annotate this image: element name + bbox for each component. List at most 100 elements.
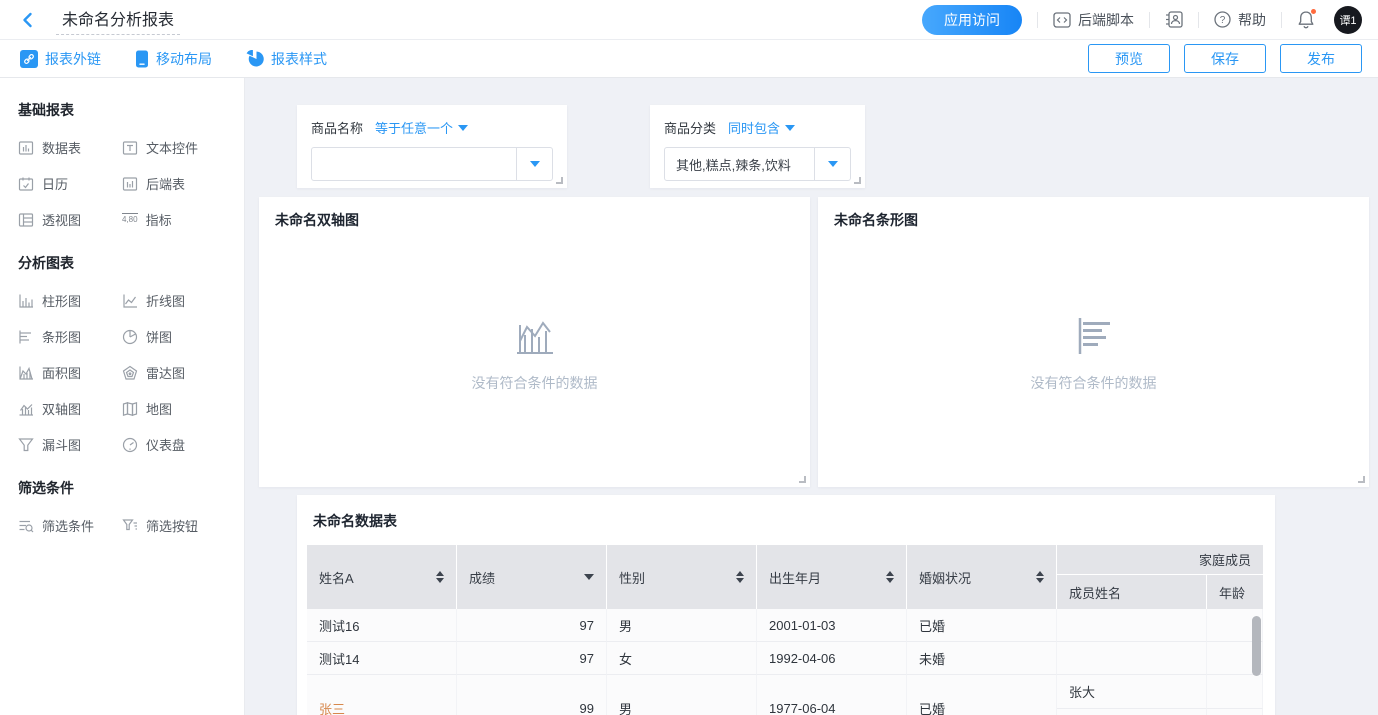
sidebar-item-filter-condition[interactable]: 筛选条件	[18, 516, 122, 535]
sidebar-item-radar-chart[interactable]: 雷达图	[122, 363, 226, 382]
report-title[interactable]: 未命名分析报表	[56, 4, 180, 35]
chart-title: 未命名双轴图	[275, 210, 794, 230]
divider	[1281, 12, 1282, 28]
sidebar-item-filter-button[interactable]: 筛选按钮	[122, 516, 226, 535]
sidebar-item-pie-chart[interactable]: 饼图	[122, 327, 226, 346]
back-button[interactable]	[16, 8, 40, 32]
notifications-button[interactable]	[1297, 10, 1315, 29]
empty-state: 没有符合条件的数据	[818, 315, 1369, 393]
mobile-layout-button[interactable]: 移动布局	[135, 49, 212, 69]
chart-title: 未命名条形图	[834, 210, 1353, 230]
table-header: 姓名A 成绩 性别 出生年月	[307, 545, 1263, 609]
contact-book-icon	[1165, 11, 1183, 28]
sidebar-item-calendar[interactable]: 日历	[18, 174, 122, 193]
backend-script-button[interactable]: 后端脚本	[1053, 10, 1134, 30]
item-label: 面积图	[42, 363, 81, 382]
app-access-button[interactable]: 应用访问	[922, 5, 1022, 35]
filter-field-name: 商品分类	[664, 118, 716, 137]
top-header: 未命名分析报表 应用访问 后端脚本 ? 帮助 谭1	[0, 0, 1378, 40]
filter-selected-values[interactable]: 其他,糕点,辣条,饮料	[665, 148, 814, 180]
report-style-button[interactable]: 报表样式	[246, 49, 327, 69]
data-table: 姓名A 成绩 性别 出生年月	[307, 545, 1263, 715]
chart-widget-bar[interactable]: 未命名条形图 没有符合条件的数据	[818, 197, 1369, 487]
sort-icon	[1036, 571, 1044, 583]
chart-widget-dual-axis[interactable]: 未命名双轴图 没有符合条件的数据	[259, 197, 810, 487]
resize-handle[interactable]	[854, 177, 861, 184]
column-chart-icon	[18, 293, 34, 309]
cell-name: 测试14	[307, 642, 457, 675]
sidebar-item-map[interactable]: 地图	[122, 399, 226, 418]
sidebar-item-area-chart[interactable]: 面积图	[18, 363, 122, 382]
item-label: 漏斗图	[42, 435, 81, 454]
filter-value-box	[311, 147, 553, 181]
funnel-chart-icon	[18, 437, 34, 453]
item-label: 数据表	[42, 138, 81, 157]
filter-value-input[interactable]	[312, 148, 516, 180]
column-header-marital[interactable]: 婚姻状况	[907, 545, 1057, 609]
preview-button[interactable]: 预览	[1088, 44, 1170, 73]
report-external-link-label: 报表外链	[45, 49, 101, 69]
sidebar-item-text-widget[interactable]: 文本控件	[122, 138, 226, 157]
table-widget[interactable]: 未命名数据表 姓名A 成绩 性别 出生	[297, 495, 1275, 715]
column-group-family: 家庭成员	[1057, 545, 1263, 575]
filter-widget-product-category[interactable]: 商品分类 同时包含 其他,糕点,辣条,饮料	[650, 105, 865, 188]
data-table-icon	[18, 140, 34, 156]
publish-button[interactable]: 发布	[1280, 44, 1362, 73]
report-toolbar: 报表外链 移动布局 报表样式 预览 保存 发布	[0, 40, 1378, 78]
sidebar-item-backend-table[interactable]: 后端表	[122, 174, 226, 193]
save-button[interactable]: 保存	[1184, 44, 1266, 73]
resize-handle[interactable]	[556, 177, 563, 184]
table-vertical-scrollbar[interactable]	[1252, 616, 1261, 676]
indicator-icon: 4,80	[122, 213, 138, 225]
column-header-score[interactable]: 成绩	[457, 545, 607, 609]
pie-style-icon	[246, 50, 264, 68]
column-header-birth[interactable]: 出生年月	[757, 545, 907, 609]
filter-operator-dropdown[interactable]: 同时包含	[728, 118, 795, 137]
section-title: 基础报表	[0, 100, 244, 120]
header-right: 应用访问 后端脚本 ? 帮助 谭1	[922, 5, 1362, 35]
filter-button-icon	[122, 518, 138, 534]
column-label: 性别	[619, 568, 645, 587]
help-label: 帮助	[1238, 10, 1266, 30]
contact-book-button[interactable]	[1165, 11, 1183, 28]
filter-operator-dropdown[interactable]: 等于任意一个	[375, 118, 468, 137]
cell-member-name	[1057, 642, 1207, 675]
sidebar-item-gauge[interactable]: 仪表盘	[122, 435, 226, 454]
mobile-icon	[135, 50, 149, 68]
sidebar-item-line-chart[interactable]: 折线图	[122, 291, 226, 310]
sidebar-item-dual-axis-chart[interactable]: 双轴图	[18, 399, 122, 418]
sidebar-item-data-table[interactable]: 数据表	[18, 138, 122, 157]
sidebar-item-funnel-chart[interactable]: 漏斗图	[18, 435, 122, 454]
toolbar-left: 报表外链 移动布局 报表样式	[20, 49, 361, 69]
column-label: 年龄	[1219, 583, 1245, 602]
section-items: 筛选条件 筛选按钮	[0, 516, 244, 535]
section-title: 筛选条件	[0, 478, 244, 498]
sidebar-item-pivot[interactable]: 透视图	[18, 210, 122, 229]
sidebar-item-bar-chart[interactable]: 条形图	[18, 327, 122, 346]
user-avatar[interactable]: 谭1	[1334, 6, 1362, 34]
filter-operator-label: 等于任意一个	[375, 118, 453, 137]
record-link[interactable]: 张三	[319, 699, 345, 715]
filter-value-dropdown-button[interactable]	[516, 148, 552, 180]
sidebar-item-column-chart[interactable]: 柱形图	[18, 291, 122, 310]
item-label: 条形图	[42, 327, 81, 346]
resize-handle[interactable]	[1358, 476, 1365, 483]
sort-icon	[436, 571, 444, 583]
item-label: 双轴图	[42, 399, 81, 418]
text-widget-icon	[122, 140, 138, 156]
header-left: 未命名分析报表	[16, 4, 180, 35]
item-label: 文本控件	[146, 138, 198, 157]
resize-handle[interactable]	[799, 476, 806, 483]
report-external-link-button[interactable]: 报表外链	[20, 49, 101, 69]
column-header-age[interactable]: 年龄	[1207, 575, 1263, 609]
sidebar-item-indicator[interactable]: 4,80 指标	[122, 210, 226, 229]
filter-value-dropdown-button[interactable]	[814, 148, 850, 180]
column-header-gender[interactable]: 性别	[607, 545, 757, 609]
item-label: 日历	[42, 174, 68, 193]
item-label: 柱形图	[42, 291, 81, 310]
column-header-member-name[interactable]: 成员姓名	[1057, 575, 1207, 609]
table-row: 张三 99 男 1977-06-04 已婚 张大 张晓	[307, 675, 1263, 715]
help-button[interactable]: ? 帮助	[1214, 10, 1266, 30]
column-header-name[interactable]: 姓名A	[307, 545, 457, 609]
filter-widget-product-name[interactable]: 商品名称 等于任意一个	[297, 105, 567, 188]
